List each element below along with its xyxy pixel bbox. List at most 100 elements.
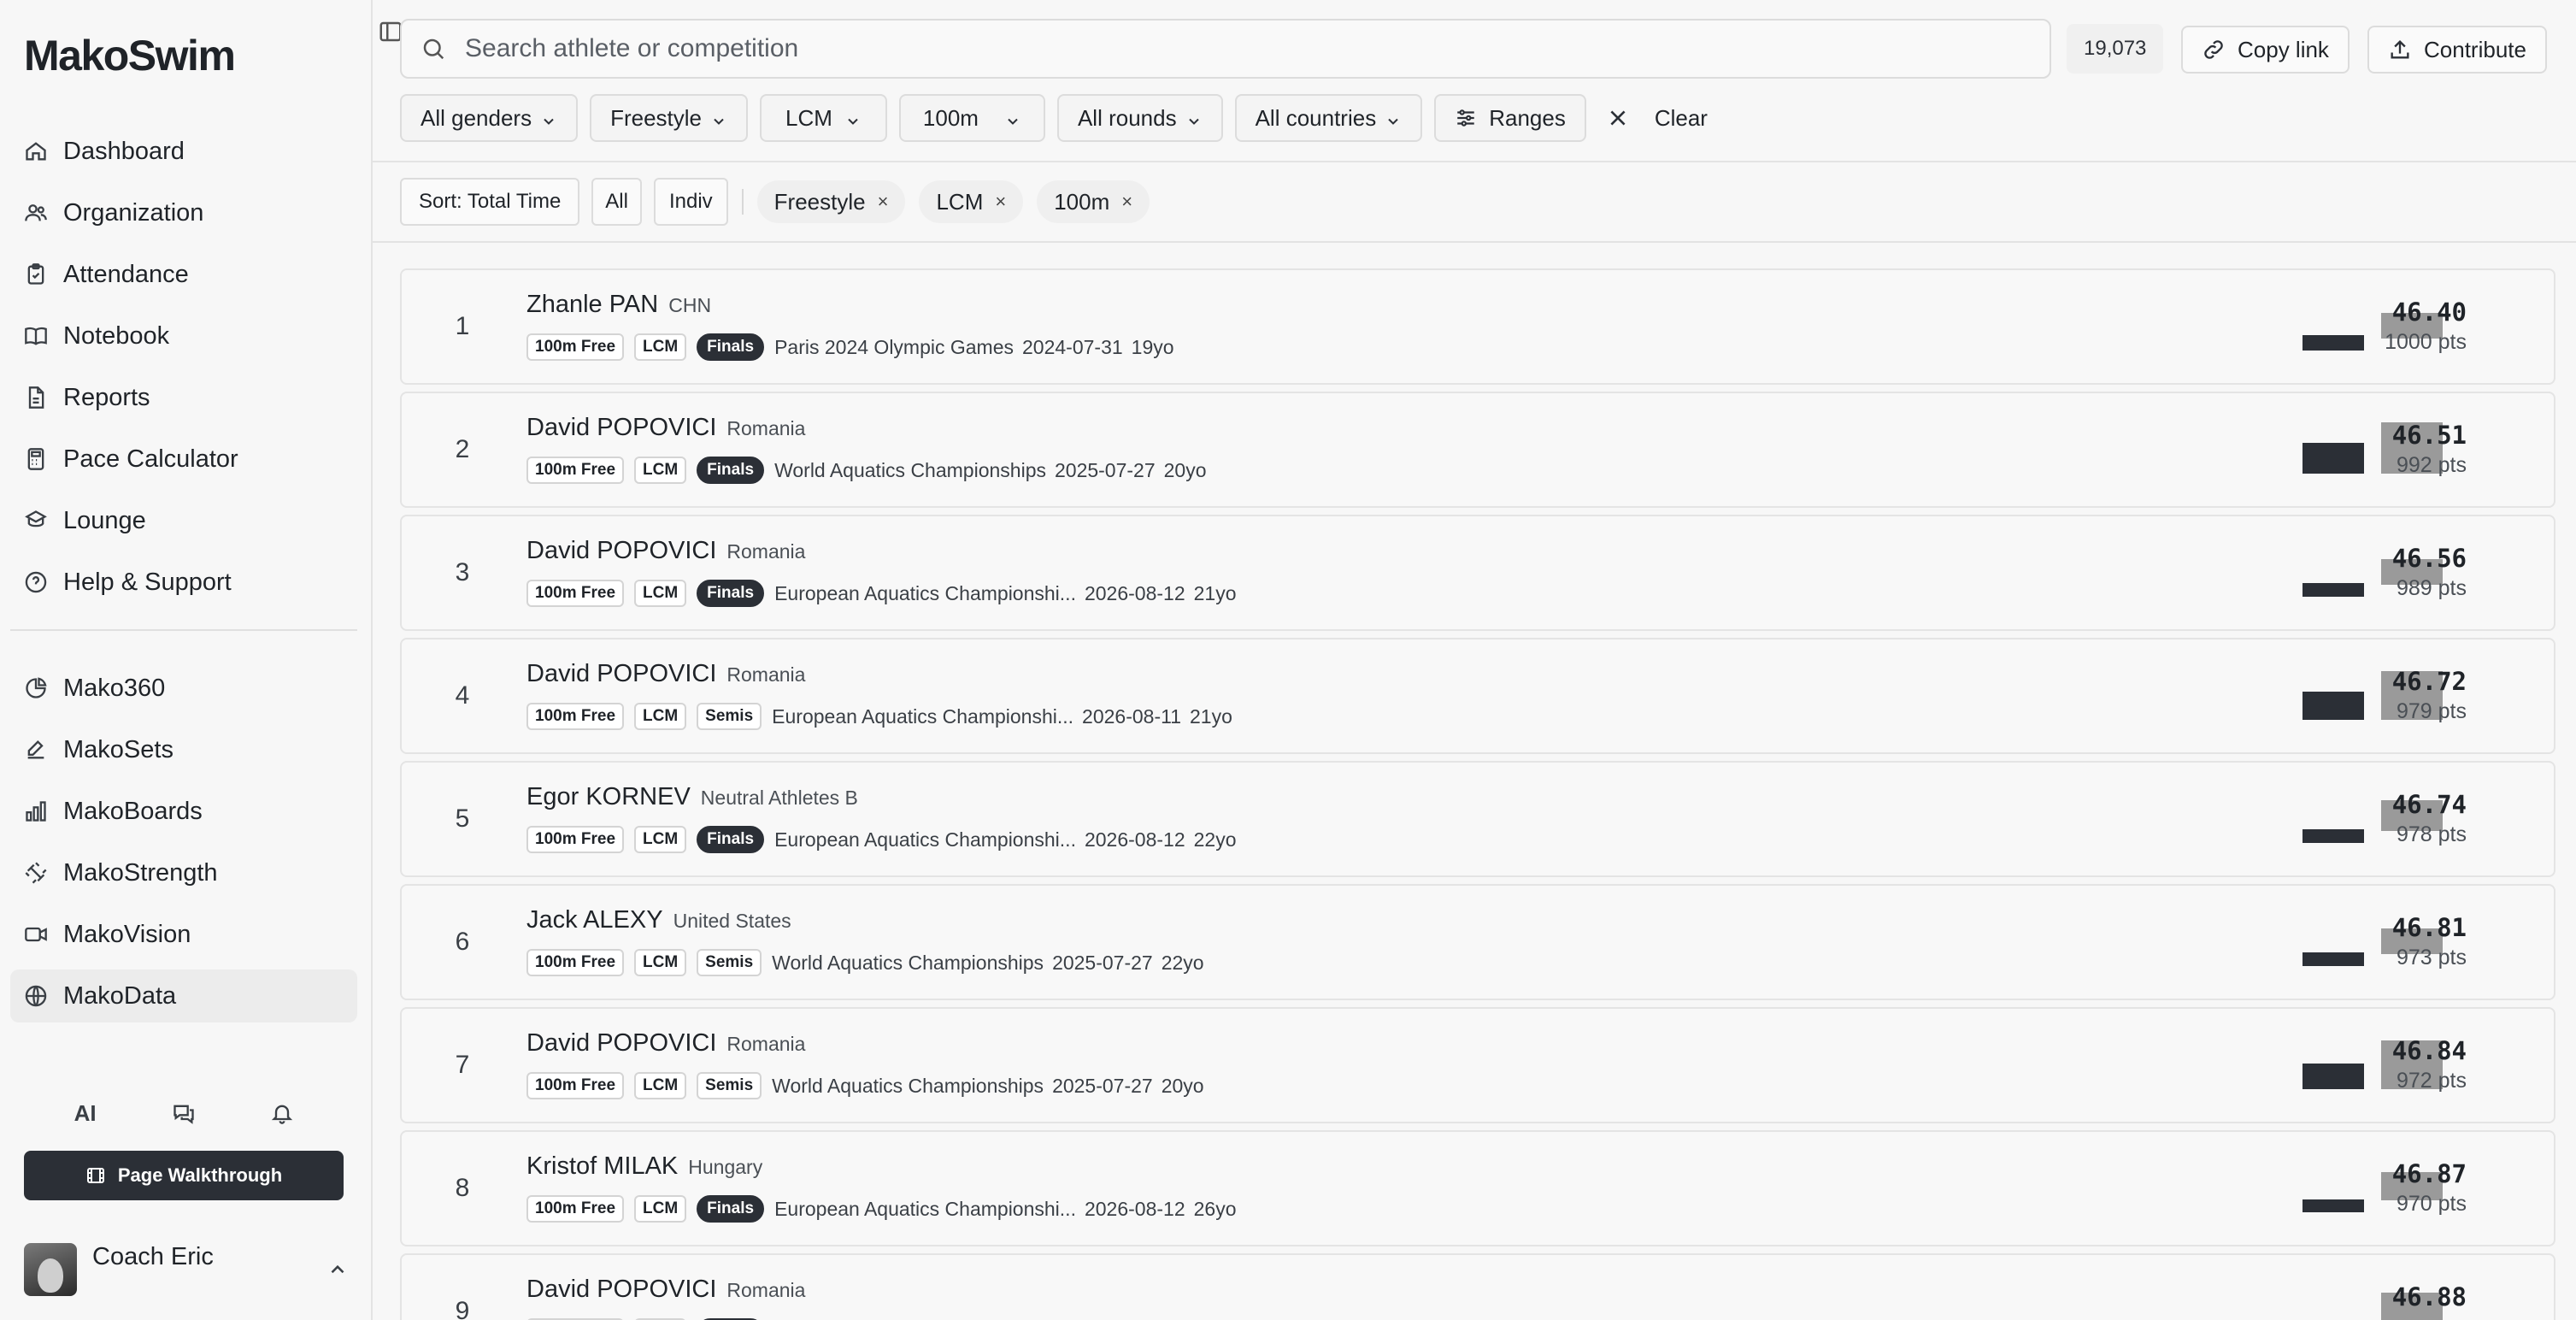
athlete-name[interactable]: Zhanle PAN bbox=[526, 291, 658, 319]
result-meta: 100m Free LCM Finals European Aquatics Cham… bbox=[526, 826, 1245, 853]
round-badge: Finals bbox=[697, 333, 765, 361]
contribute-label: Contribute bbox=[2424, 36, 2526, 62]
copy-link-button[interactable]: Copy link bbox=[2181, 26, 2350, 74]
sidebar-item-help-support[interactable]: Help & Support bbox=[10, 556, 357, 609]
app-logo[interactable]: MakoSwim bbox=[24, 31, 236, 80]
result-row[interactable]: 3 David POPOVICI Romania 100m Free LCM Finals… bbox=[400, 515, 2555, 631]
sort-button[interactable]: Sort: Total Time bbox=[400, 178, 580, 226]
result-points: 989 pts bbox=[2396, 576, 2467, 600]
result-time: 46.72 bbox=[2391, 667, 2467, 696]
distance-filter[interactable]: 100m bbox=[898, 94, 1045, 142]
split-bars bbox=[2303, 763, 2456, 875]
close-icon[interactable]: × bbox=[1121, 191, 1132, 213]
rank-number: 8 bbox=[455, 1174, 470, 1202]
result-points: 979 pts bbox=[2396, 699, 2467, 723]
search-input[interactable] bbox=[465, 34, 2003, 63]
result-meta: 100m Free LCM Semis European Aquatics Champ… bbox=[526, 703, 1241, 730]
sidebar-item-attendance[interactable]: Attendance bbox=[10, 248, 357, 301]
sidebar-item-notebook[interactable]: Notebook bbox=[10, 309, 357, 362]
athlete-line: David POPOVICI Romania bbox=[526, 660, 805, 688]
active-filter-chip[interactable]: 100m × bbox=[1037, 180, 1150, 223]
page-walkthrough-button[interactable]: Page Walkthrough bbox=[24, 1151, 344, 1200]
result-count: 19,073 bbox=[2067, 24, 2164, 74]
result-row[interactable]: 5 Egor KORNEV Neutral Athletes B 100m Free L… bbox=[400, 761, 2555, 877]
athlete-name[interactable]: David POPOVICI bbox=[526, 414, 716, 442]
event-tag: 100m Free bbox=[526, 949, 625, 976]
course-tag: LCM bbox=[634, 333, 687, 361]
sidebar-item-label: MakoSets bbox=[63, 735, 173, 763]
event-tag: 100m Free bbox=[526, 333, 625, 361]
athlete-name[interactable]: Egor KORNEV bbox=[526, 783, 691, 811]
athlete-name[interactable]: David POPOVICI bbox=[526, 1276, 716, 1304]
all-toggle[interactable]: All bbox=[591, 178, 642, 226]
search-icon bbox=[423, 38, 444, 60]
gender-filter[interactable]: All genders bbox=[400, 94, 579, 142]
sidebar-item-makosets[interactable]: MakoSets bbox=[10, 723, 357, 776]
upload-icon bbox=[2391, 40, 2409, 59]
bell-icon[interactable] bbox=[256, 1094, 308, 1132]
athlete-name[interactable]: David POPOVICI bbox=[526, 1029, 716, 1058]
rounds-filter[interactable]: All rounds bbox=[1056, 94, 1223, 142]
event-tag: 100m Free bbox=[526, 1195, 625, 1223]
contribute-button[interactable]: Contribute bbox=[2367, 26, 2547, 74]
sidebar-item-reports[interactable]: Reports bbox=[10, 371, 357, 424]
result-time: 46.51 bbox=[2391, 421, 2467, 450]
sidebar-item-pace-calculator[interactable]: Pace Calculator bbox=[10, 433, 357, 486]
copy-link-label: Copy link bbox=[2238, 36, 2329, 62]
sidebar-item-makostrength[interactable]: MakoStrength bbox=[10, 846, 357, 899]
chat-icon[interactable] bbox=[158, 1094, 209, 1132]
sidebar-item-lounge[interactable]: Lounge bbox=[10, 494, 357, 547]
close-icon[interactable]: × bbox=[878, 191, 889, 213]
active-filter-chip[interactable]: Freestyle × bbox=[756, 180, 906, 223]
athlete-line: David POPOVICI Romania bbox=[526, 1029, 805, 1058]
sidebar-item-makovision[interactable]: MakoVision bbox=[10, 908, 357, 961]
course-tag: LCM bbox=[634, 1195, 687, 1223]
rank-number: 4 bbox=[455, 681, 470, 710]
athlete-name[interactable]: Kristof MILAK bbox=[526, 1152, 678, 1181]
clear-filters-button[interactable]: Clear bbox=[1607, 105, 1708, 132]
sidebar-item-mako360[interactable]: Mako360 bbox=[10, 662, 357, 715]
meet-name: World Aquatics Championships bbox=[772, 1074, 1044, 1097]
indiv-toggle[interactable]: Indiv bbox=[653, 178, 728, 226]
chevron-down-icon bbox=[844, 109, 862, 127]
result-time: 46.88 bbox=[2391, 1282, 2467, 1311]
sidebar-item-makoboards[interactable]: MakoBoards bbox=[10, 785, 357, 838]
athlete-country: Romania bbox=[726, 540, 806, 563]
result-row[interactable]: 1 Zhanle PAN CHN 100m Free LCM Finals Paris 20… bbox=[400, 268, 2555, 385]
athlete-name[interactable]: David POPOVICI bbox=[526, 537, 716, 565]
result-row[interactable]: 2 David POPOVICI Romania 100m Free LCM Finals… bbox=[400, 392, 2555, 508]
user-menu[interactable]: Coach Eric bbox=[24, 1240, 349, 1299]
sidebar-item-makodata[interactable]: MakoData bbox=[10, 969, 357, 1022]
results-list: 1 Zhanle PAN CHN 100m Free LCM Finals Paris 20… bbox=[400, 268, 2555, 1320]
video-icon bbox=[24, 922, 48, 946]
athlete-line: Jack ALEXY United States bbox=[526, 906, 791, 934]
result-row[interactable]: 6 Jack ALEXY United States 100m Free LCM Semi… bbox=[400, 884, 2555, 1000]
active-filter-chip[interactable]: LCM × bbox=[919, 180, 1024, 223]
sidebar-item-dashboard[interactable]: Dashboard bbox=[10, 125, 357, 178]
ranges-button[interactable]: Ranges bbox=[1434, 94, 1586, 142]
sidebar-item-organization[interactable]: Organization bbox=[10, 186, 357, 239]
sort-bar: Sort: Total Time All Indiv Freestyle × LC… bbox=[400, 178, 1163, 226]
result-row[interactable]: 8 Kristof MILAK Hungary 100m Free LCM Finals E… bbox=[400, 1130, 2555, 1246]
athlete-name[interactable]: Jack ALEXY bbox=[526, 906, 663, 934]
search-bar[interactable] bbox=[400, 19, 2051, 79]
course-filter[interactable]: LCM bbox=[760, 94, 887, 142]
result-row[interactable]: 4 David POPOVICI Romania 100m Free LCM Semis E… bbox=[400, 638, 2555, 754]
ai-button[interactable]: AI bbox=[60, 1094, 111, 1132]
close-icon[interactable]: × bbox=[995, 191, 1006, 213]
split-bar-first bbox=[2303, 1199, 2364, 1212]
event-tag: 100m Free bbox=[526, 703, 625, 730]
rounds-filter-label: All rounds bbox=[1077, 104, 1177, 131]
distance-filter-label: 100m bbox=[922, 104, 979, 131]
countries-filter[interactable]: All countries bbox=[1234, 94, 1423, 142]
athlete-name[interactable]: David POPOVICI bbox=[526, 660, 716, 688]
swimmer-age: 20yo bbox=[1163, 458, 1207, 481]
result-row[interactable]: 9David POPOVICIRomania100m FreeLCMFinals… bbox=[400, 1253, 2555, 1320]
result-meta: 100m Free LCM Semis World Aquatics Champion… bbox=[526, 1072, 1213, 1099]
chevron-down-icon bbox=[540, 109, 557, 127]
rank-number: 6 bbox=[455, 928, 470, 956]
result-time: 46.74 bbox=[2391, 790, 2467, 819]
result-row[interactable]: 7 David POPOVICI Romania 100m Free LCM Semis W… bbox=[400, 1007, 2555, 1123]
stroke-filter[interactable]: Freestyle bbox=[590, 94, 748, 142]
result-time: 46.40 bbox=[2391, 298, 2467, 327]
